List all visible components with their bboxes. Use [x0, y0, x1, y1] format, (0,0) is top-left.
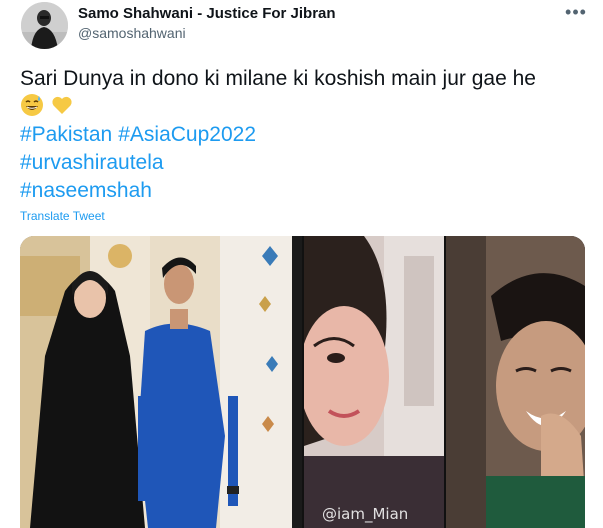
hashtag-urvashirautela[interactable]: #urvashirautela	[20, 150, 164, 176]
author-avatar[interactable]	[21, 2, 68, 49]
media-photo-woman-closeup[interactable]	[304, 236, 444, 528]
author-name[interactable]: Samo Shahwani - Justice For Jibran	[78, 5, 336, 22]
hashtag-asiacup2022[interactable]: #AsiaCup2022	[118, 123, 256, 146]
tweet-media[interactable]	[20, 236, 585, 528]
hashtag-pakistan[interactable]: #Pakistan	[20, 123, 112, 146]
hashtags-line-1: #Pakistan #AsiaCup2022	[20, 122, 262, 148]
grinning-sweat-emoji-icon	[20, 93, 44, 117]
more-dots-icon[interactable]: •••	[562, 2, 590, 22]
tweet-emojis	[20, 93, 76, 119]
media-photo-couple[interactable]	[20, 236, 302, 528]
tweet-card: Samo Shahwani - Justice For Jibran @samo…	[0, 0, 603, 528]
translate-tweet-link[interactable]: Translate Tweet	[20, 209, 105, 223]
author-handle[interactable]: @samoshahwani	[78, 25, 186, 41]
media-photo-man-laughing[interactable]	[446, 236, 585, 528]
tweet-text: Sari Dunya in dono ki milane ki koshish …	[20, 67, 536, 90]
yellow-heart-icon	[50, 93, 74, 117]
media-watermark: @iam_Mian	[322, 505, 409, 523]
hashtag-naseemshah[interactable]: #naseemshah	[20, 178, 152, 204]
